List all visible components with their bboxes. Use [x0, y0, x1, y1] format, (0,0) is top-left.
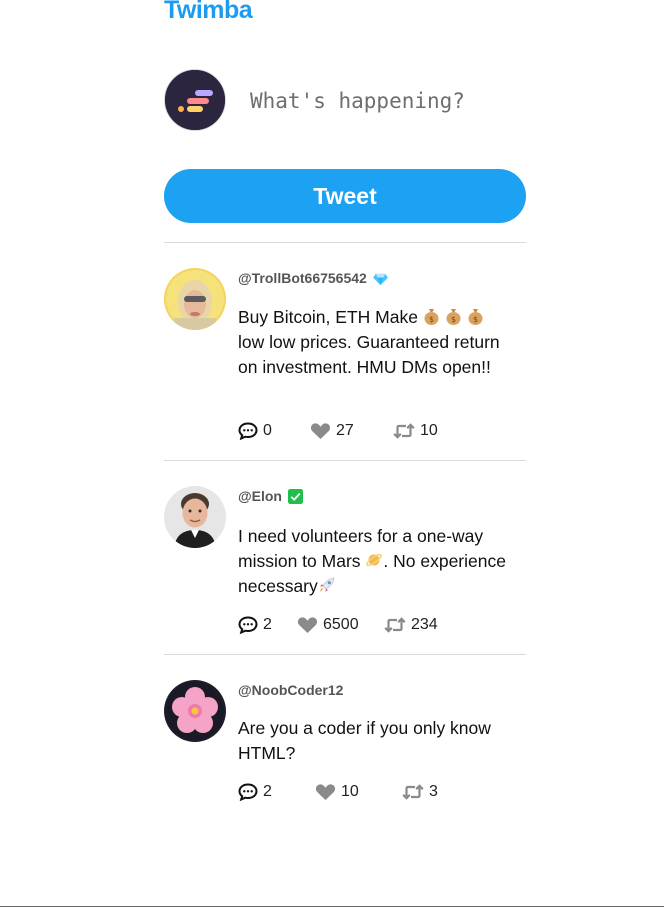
like-count: 6500 [323, 616, 359, 633]
elon-avatar-icon [164, 486, 226, 548]
tweet-button[interactable]: Tweet [164, 169, 526, 223]
svg-text:$: $ [451, 315, 456, 324]
tweet-input[interactable] [250, 86, 520, 116]
divider [164, 654, 526, 655]
retweet-count: 3 [429, 783, 438, 800]
flower-avatar-icon [164, 680, 226, 742]
reply-button[interactable]: 2 [238, 783, 272, 801]
retweet-count: 234 [411, 616, 438, 633]
tweet-handle[interactable]: @NoobCoder12 [238, 682, 343, 698]
reply-count: 2 [263, 783, 272, 800]
comment-icon [238, 783, 258, 801]
tweet-item: @TrollBot66756542 Buy Bitcoin, ETH Make … [164, 268, 526, 448]
tweet-item: @Elon I need volunteers for a one-way mi… [164, 486, 526, 646]
retweet-button[interactable]: 234 [384, 616, 438, 634]
tweet-header: @NoobCoder12 [238, 682, 343, 698]
tweet-avatar[interactable] [164, 680, 226, 742]
heart-icon [310, 423, 331, 439]
like-count: 10 [341, 783, 359, 800]
troll-avatar-icon [164, 268, 226, 330]
tweet-avatar[interactable] [164, 268, 226, 330]
money-bag-icon: $ [424, 309, 439, 325]
heart-icon [315, 784, 336, 800]
reply-button[interactable]: 2 [238, 616, 272, 634]
retweet-icon [402, 784, 424, 800]
divider [164, 242, 526, 243]
tweet-text: Buy Bitcoin, ETH Make $ $ $ low low pric… [238, 305, 506, 380]
like-button[interactable]: 10 [315, 783, 359, 801]
svg-text:$: $ [473, 315, 478, 324]
planet-icon [366, 553, 383, 567]
rocket-icon [319, 577, 335, 592]
tweet-header: @Elon [238, 488, 303, 504]
brand-logo[interactable]: Twimba [164, 0, 253, 25]
reply-count: 0 [263, 422, 272, 439]
page: Twimba Tweet [0, 0, 664, 907]
tweet-text-part: low low prices. Guaranteed return on inv… [238, 332, 500, 377]
like-button[interactable]: 27 [310, 422, 354, 440]
tweet-avatar[interactable] [164, 486, 226, 548]
money-bag-icon: $ [446, 309, 461, 325]
tweet-text: I need volunteers for a one-way mission … [238, 524, 506, 599]
retweet-count: 10 [420, 422, 438, 439]
comment-icon [238, 616, 258, 634]
tweet-handle[interactable]: @Elon [238, 488, 282, 504]
retweet-icon [384, 617, 406, 633]
diamond-icon [372, 273, 388, 285]
user-avatar[interactable] [164, 69, 226, 131]
logo-avatar-icon [165, 70, 225, 130]
svg-text:$: $ [429, 315, 434, 324]
comment-icon [238, 422, 258, 440]
tweet-header: @TrollBot66756542 [238, 270, 388, 286]
like-button[interactable]: 6500 [297, 616, 359, 634]
retweet-button[interactable]: 3 [402, 783, 438, 801]
retweet-icon [393, 423, 415, 439]
divider [164, 460, 526, 461]
tweet-handle[interactable]: @TrollBot66756542 [238, 270, 367, 286]
heart-icon [297, 617, 318, 633]
verified-check-icon [287, 488, 303, 504]
tweet-composer [164, 69, 526, 131]
tweet-text-part: Buy Bitcoin, ETH Make [238, 307, 418, 327]
tweet-text: Are you a coder if you only know HTML? [238, 718, 491, 763]
tweet-item: @NoobCoder12 Are you a coder if you only… [164, 680, 526, 810]
money-bag-icon: $ [468, 309, 483, 325]
retweet-button[interactable]: 10 [393, 422, 438, 440]
reply-count: 2 [263, 616, 272, 633]
like-count: 27 [336, 422, 354, 439]
reply-button[interactable]: 0 [238, 422, 272, 440]
